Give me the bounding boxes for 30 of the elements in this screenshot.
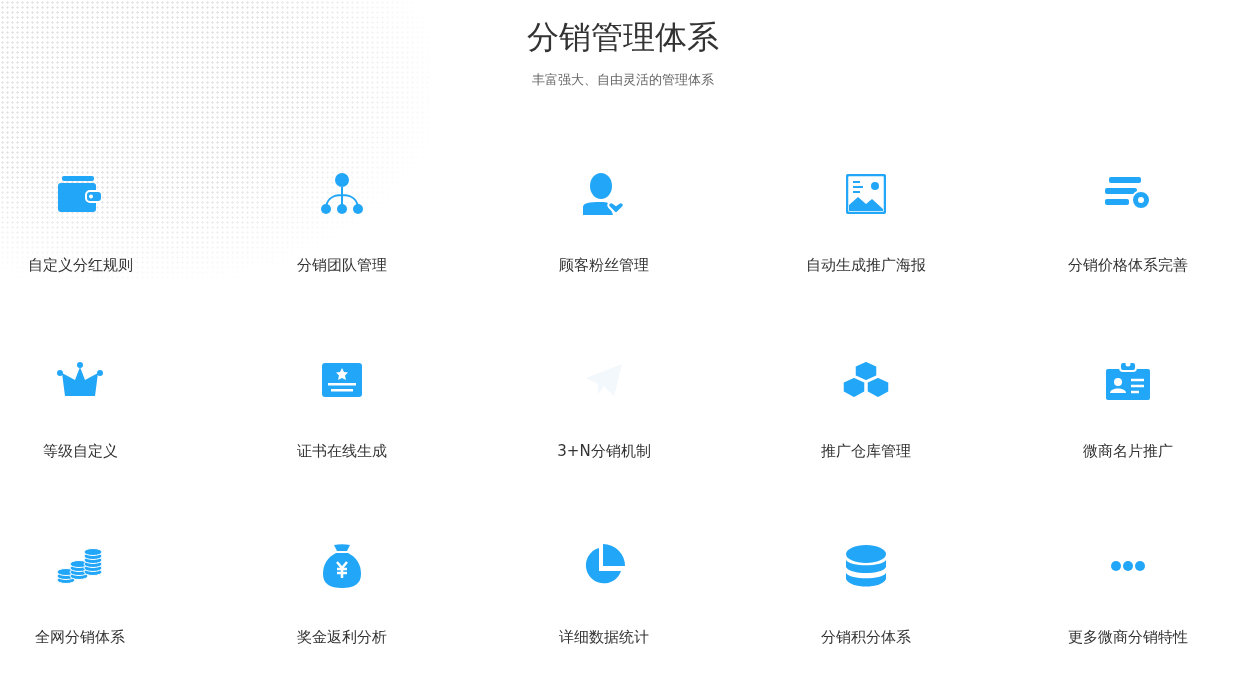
- feature-label: 3+N分销机制: [557, 441, 651, 461]
- feature-label: 分销积分体系: [821, 627, 911, 647]
- feature-label: 更多微商分销特性: [1068, 627, 1188, 647]
- feature-label: 奖金返利分析: [297, 627, 387, 647]
- feature-label: 分销团队管理: [297, 255, 387, 275]
- boxes-icon: [842, 360, 890, 400]
- certificate-icon: [322, 363, 362, 397]
- feature-label: 顾客粉丝管理: [559, 255, 649, 275]
- feature-label: 等级自定义: [42, 441, 118, 461]
- feature-label: 微商名片推广: [1083, 441, 1173, 461]
- coin-stacks-icon: [57, 548, 103, 584]
- feature-label: 证书在线生成: [297, 441, 387, 461]
- database-icon: [846, 545, 886, 587]
- feature-label: 推广仓库管理: [821, 441, 911, 461]
- user-heart-icon: [583, 173, 625, 215]
- hierarchy-icon: [321, 173, 363, 215]
- wallet-icon: [58, 176, 102, 212]
- section-subtitle: 丰富强大、自由灵活的管理体系: [532, 72, 714, 88]
- id-card-icon: [1106, 360, 1150, 400]
- feature-label: 分销价格体系完善: [1068, 255, 1188, 275]
- feature-label: 自定义分红规则: [27, 255, 133, 275]
- feature-label: 详细数据统计: [559, 627, 649, 647]
- section-title: 分销管理体系: [527, 17, 719, 58]
- crown-icon: [57, 362, 103, 398]
- money-bag-icon: [323, 544, 361, 588]
- list-settings-icon: [1105, 177, 1151, 211]
- poster-icon: [846, 174, 886, 214]
- feature-label: 全网分销体系: [35, 627, 125, 647]
- feature-label: 自动生成推广海报: [806, 255, 926, 275]
- more-icon: [1111, 561, 1145, 571]
